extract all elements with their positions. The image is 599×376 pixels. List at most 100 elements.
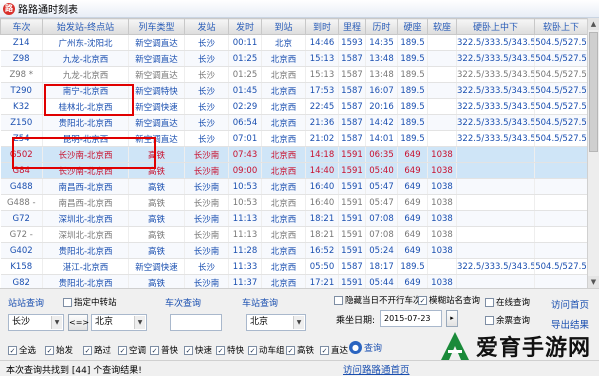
checkbox-icon[interactable] <box>485 297 494 307</box>
table-row[interactable]: G488 南昌西-北京西 高铁 长沙南 10:53 北京西 16:40 1591 05:47 64… <box>0 178 587 195</box>
table-row[interactable]: T290 南宁-北京西 新空调特快 长沙 01:45 北京西 17:53 1587 16:07 1… <box>0 82 587 99</box>
checkbox-icon[interactable] <box>485 315 494 325</box>
table-cell: 1593 <box>338 34 366 51</box>
table-cell: 18:17 <box>365 258 398 275</box>
table-row[interactable]: K158 湛江-北京西 新空调快速 长沙 11:33 北京西 05:50 1587 18:17 1… <box>0 258 587 275</box>
checkmark-icon[interactable]: ✓ <box>150 345 159 355</box>
table-row[interactable]: G502 长沙南-北京西 高铁 长沙南 07:43 北京西 14:18 1591 06:35 64… <box>0 146 587 163</box>
table-row[interactable]: G82 贵阳北-北京西 高铁 长沙南 11:37 北京西 17:21 1591 05:44 649… <box>0 274 587 288</box>
checkmark-icon[interactable]: ✓ <box>216 345 225 355</box>
table-cell: 深圳北-北京西 <box>42 210 129 227</box>
table-cell: 1038 <box>427 162 457 179</box>
transfer-checkbox[interactable]: 指定中转站 <box>63 296 117 308</box>
checkmark-icon[interactable]: ✓ <box>248 345 257 355</box>
checkmark-icon[interactable]: ✓ <box>118 345 127 355</box>
checkbox-icon[interactable] <box>63 297 72 307</box>
table-cell: 13:48 <box>365 50 398 67</box>
table-row[interactable]: G72 - 深圳北-北京西 高铁 长沙南 11:13 北京西 18:21 1591 07:08 6… <box>0 226 587 243</box>
column-header[interactable]: 到时 <box>305 18 339 35</box>
filter-checkbox[interactable]: ✓ 动车组 <box>248 344 285 356</box>
table-cell: 高铁 <box>128 162 185 179</box>
column-header[interactable]: 软座 <box>427 18 457 35</box>
table-cell: 1587 <box>338 114 366 131</box>
home-link[interactable]: 访问首页 <box>551 297 589 311</box>
export-results-link[interactable]: 导出结果 <box>551 317 589 331</box>
title-bar: 路 路路通时刻表 <box>0 0 599 18</box>
filter-checkbox[interactable]: ✓ 直达 <box>320 344 348 356</box>
table-row[interactable]: G488 - 南昌西-北京西 高铁 长沙南 10:53 北京西 16:40 1591 05:47… <box>0 194 587 211</box>
column-header[interactable]: 车次 <box>0 18 43 35</box>
table-cell: 长沙 <box>184 130 229 147</box>
filter-checkbox[interactable]: ✓ 始发 <box>45 344 73 356</box>
table-cell: Z150 <box>0 114 43 131</box>
table-row[interactable]: G402 贵阳北-北京西 高铁 长沙南 11:28 北京西 16:52 1591 05:24 64… <box>0 242 587 259</box>
online-query-checkbox[interactable]: 在线查询 <box>485 296 530 308</box>
column-header[interactable]: 历时 <box>365 18 398 35</box>
fuzzy-station-checkbox[interactable]: ✓ 模糊站名查询 <box>418 294 480 306</box>
filter-checkbox[interactable]: ✓ 高铁 <box>286 344 314 356</box>
checkmark-icon[interactable]: ✓ <box>320 345 329 355</box>
table-row[interactable]: G84 长沙南-北京西 高铁 长沙南 09:00 北京西 14:40 1591 05:40 649… <box>0 162 587 179</box>
table-row[interactable]: Z98 * 九龙-北京西 新空调直达 长沙 01:25 北京西 15:13 1587 13:48… <box>0 66 587 83</box>
checkmark-icon[interactable]: ✓ <box>418 295 427 305</box>
to-station-select[interactable]: 北京 ▼ <box>91 314 147 331</box>
table-cell: 14:35 <box>365 34 398 51</box>
filter-checkbox[interactable]: ✓ 全选 <box>8 344 36 356</box>
filter-checkbox[interactable]: ✓ 路过 <box>83 344 111 356</box>
swap-stations-button[interactable]: <=> <box>68 314 89 331</box>
table-row[interactable]: Z54 昆明-北京西 新空调直达 长沙 07:01 北京西 21:02 1587 14:01 18… <box>0 130 587 147</box>
chevron-down-icon[interactable]: ▼ <box>134 316 145 329</box>
table-row[interactable]: G72 深圳北-北京西 高铁 长沙南 11:13 北京西 18:21 1591 07:08 649… <box>0 210 587 227</box>
checkmark-icon[interactable]: ✓ <box>83 345 92 355</box>
checkmark-icon[interactable]: ✓ <box>184 345 193 355</box>
chevron-down-icon[interactable]: ▼ <box>51 316 62 329</box>
scroll-up-icon[interactable]: ▲ <box>588 18 599 30</box>
table-cell: 17:53 <box>305 82 339 99</box>
table-cell <box>427 114 457 131</box>
column-header[interactable]: 列车类型 <box>128 18 185 35</box>
column-header[interactable]: 发站 <box>184 18 229 35</box>
column-header[interactable]: 到站 <box>261 18 306 35</box>
calendar-button[interactable]: ▸ <box>446 310 458 327</box>
checkmark-icon[interactable]: ✓ <box>8 345 17 355</box>
table-cell: Z14 <box>0 34 43 51</box>
filter-checkbox[interactable]: ✓ 普快 <box>150 344 178 356</box>
query-button[interactable]: ● 查询 <box>349 337 385 357</box>
train-number-input[interactable] <box>170 314 222 331</box>
table-cell: 05:40 <box>365 162 398 179</box>
table-cell: 长沙 <box>184 82 229 99</box>
station-search-label: 车站查询 <box>242 299 279 309</box>
filter-checkbox[interactable]: ✓ 空调 <box>118 344 146 356</box>
table-row[interactable]: Z98 九龙-北京西 新空调直达 长沙 01:25 北京西 15:13 1587 13:48 18… <box>0 50 587 67</box>
table-row[interactable]: K32 桂林北-北京西 新空调快速 长沙 02:29 北京西 22:45 1587 20:16 1… <box>0 98 587 115</box>
checkmark-icon[interactable]: ✓ <box>45 345 54 355</box>
filter-checkbox[interactable]: ✓ 快速 <box>184 344 212 356</box>
scroll-down-icon[interactable]: ▼ <box>588 276 599 288</box>
checkmark-icon[interactable]: ✓ <box>286 345 295 355</box>
table-cell: 322.5/333.5/343.5 <box>456 34 535 51</box>
chevron-down-icon[interactable]: ▼ <box>293 316 304 329</box>
from-station-select[interactable]: 长沙 ▼ <box>8 314 64 331</box>
table-cell: 06:54 <box>228 114 262 131</box>
date-picker[interactable]: 2015-07-23 <box>380 310 442 327</box>
hide-not-running-checkbox[interactable]: 隐藏当日不开行车次 <box>334 294 422 306</box>
column-header[interactable]: 硬座 <box>397 18 428 35</box>
column-header[interactable]: 硬卧上中下 <box>456 18 535 35</box>
table-row[interactable]: Z150 贵阳北-北京西 新空调直达 长沙 06:54 北京西 21:36 1587 14:42… <box>0 114 587 131</box>
vertical-scrollbar[interactable]: ▲ ▼ <box>587 18 599 288</box>
table-cell: 贵阳北-北京西 <box>42 114 129 131</box>
homepage-link[interactable]: 访问路路通首页 <box>343 362 410 376</box>
table-cell <box>534 162 587 179</box>
column-header[interactable]: 发时 <box>228 18 262 35</box>
table-row[interactable]: Z14 广州东-沈阳北 新空调直达 长沙 00:11 北京 14:46 1593 14:35 18… <box>0 34 587 51</box>
scroll-thumb[interactable] <box>589 32 598 152</box>
table-cell: 17:21 <box>305 274 339 288</box>
column-header[interactable]: 软卧上下 <box>534 18 587 35</box>
table-cell: 北京西 <box>261 210 306 227</box>
column-header[interactable]: 始发站-终点站 <box>42 18 129 35</box>
station-search-select[interactable]: 北京 ▼ <box>246 314 306 331</box>
checkbox-icon[interactable] <box>334 295 343 305</box>
column-header[interactable]: 里程 <box>338 18 366 35</box>
remaining-tickets-checkbox[interactable]: 余票查询 <box>485 314 530 326</box>
filter-checkbox[interactable]: ✓ 特快 <box>216 344 244 356</box>
